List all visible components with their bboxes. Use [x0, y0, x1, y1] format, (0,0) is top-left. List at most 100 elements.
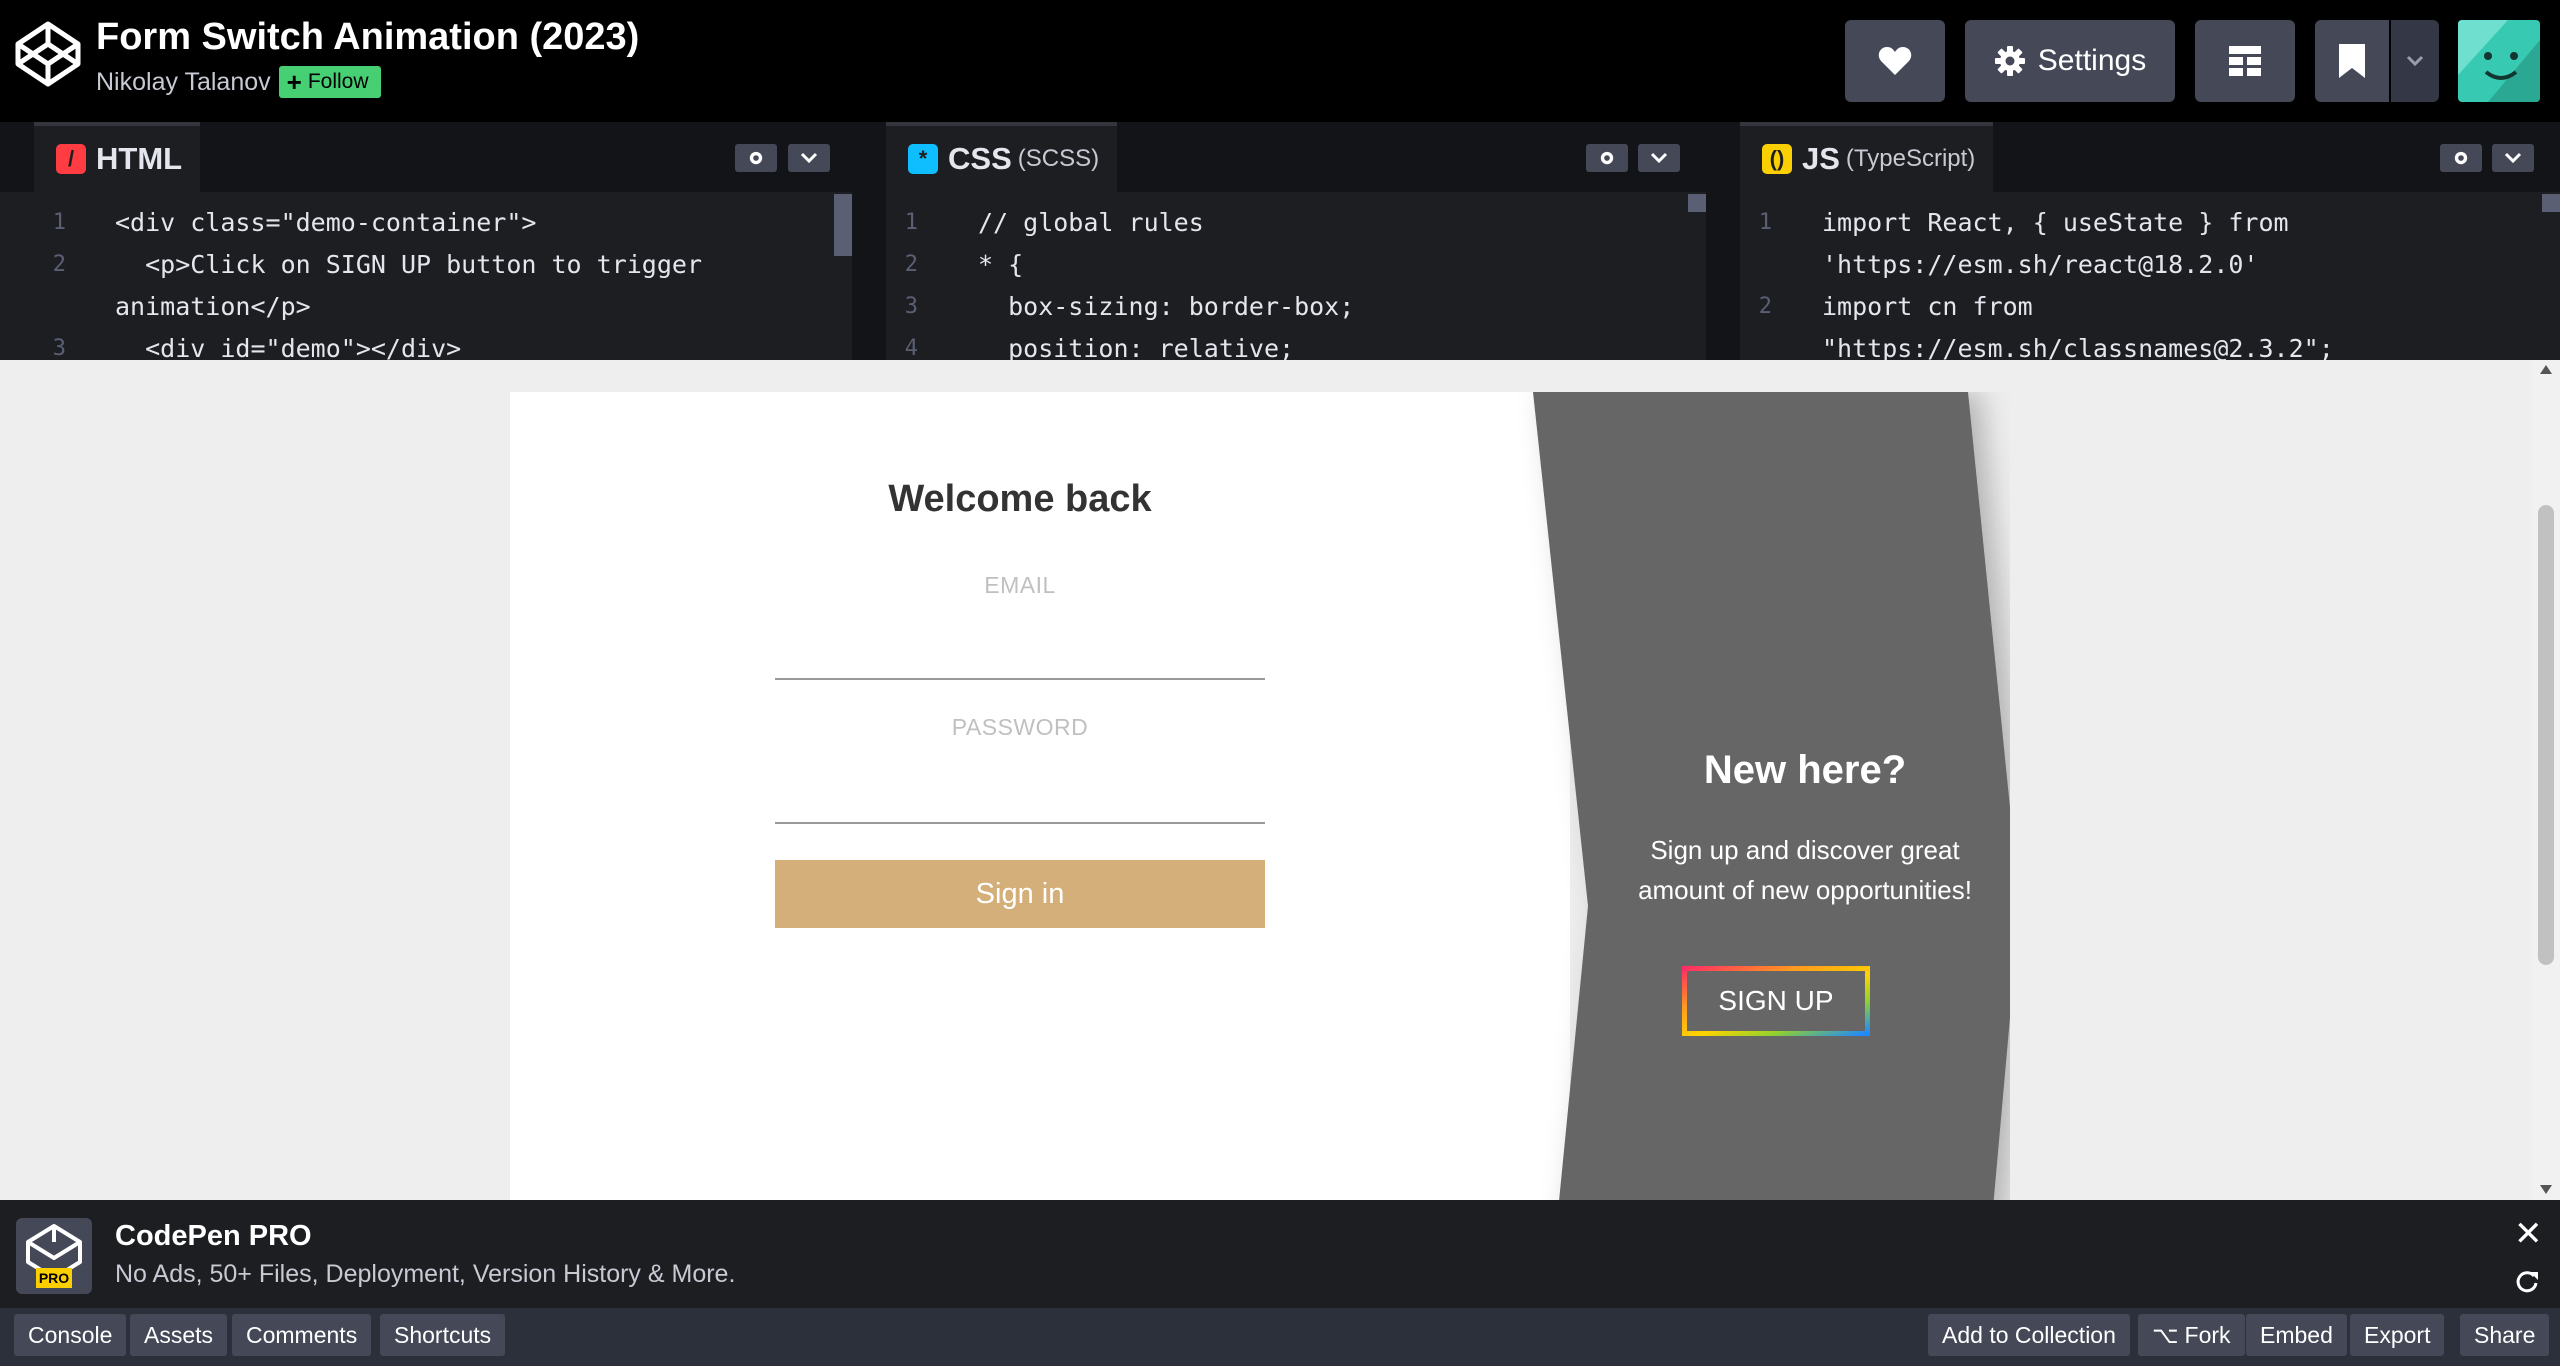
- editor-scrollbar[interactable]: [2542, 194, 2560, 212]
- pen-title: Form Switch Animation (2023): [96, 16, 640, 58]
- line-number: 2: [904, 252, 918, 277]
- css-icon: *: [908, 144, 938, 174]
- codepen-pro-logo: PRO: [16, 1218, 92, 1294]
- embed-button[interactable]: Embed: [2246, 1314, 2347, 1356]
- settings-button[interactable]: Settings: [1965, 20, 2175, 102]
- follow-label: Follow: [307, 70, 369, 93]
- editor-settings-button[interactable]: [2440, 144, 2482, 172]
- tab-js-label: JS: [1802, 141, 1840, 176]
- editor-tabbar: / HTML: [0, 122, 852, 192]
- signup-description-line: amount of new opportunities!: [1638, 875, 1972, 905]
- author-name[interactable]: Nikolay Talanov: [96, 68, 271, 97]
- editor-collapse-button[interactable]: [788, 144, 830, 172]
- line-number: 4: [904, 336, 918, 360]
- tab-css-label: CSS: [948, 141, 1012, 176]
- avatar-image: [2458, 20, 2540, 102]
- editor-scrollbar[interactable]: [834, 194, 852, 256]
- codepen-pro-banner[interactable]: PRO CodePen PRO No Ads, 50+ Files, Deplo…: [0, 1200, 2560, 1308]
- heart-button[interactable]: [1845, 20, 1945, 102]
- codepen-logo-icon: PRO: [26, 1224, 82, 1288]
- tab-css-sub: (SCSS): [1017, 145, 1100, 172]
- pro-description: No Ads, 50+ Files, Deployment, Version H…: [115, 1260, 736, 1288]
- change-view-button[interactable]: [2195, 20, 2295, 102]
- gear-icon: [1600, 151, 1614, 165]
- css-editor[interactable]: * CSS (SCSS) 1 // global rules 2 * { 3 b…: [886, 122, 1706, 360]
- chevron-down-icon: [1650, 152, 1668, 164]
- gear-icon: [1994, 46, 2025, 76]
- assets-button[interactable]: Assets: [130, 1314, 228, 1356]
- editor-scrollbar[interactable]: [1688, 194, 1706, 212]
- fork-button[interactable]: ⌥ Fork: [2138, 1314, 2245, 1356]
- author-row: Nikolay Talanov + Follow: [96, 66, 381, 98]
- fork-icon: ⌥: [2152, 1321, 2179, 1348]
- code-line: <div id="demo"></div>: [115, 334, 462, 360]
- code-line: box-sizing: border-box;: [978, 292, 1355, 321]
- code-line: * {: [978, 250, 1024, 279]
- shortcuts-button[interactable]: Shortcuts: [380, 1314, 506, 1356]
- js-editor[interactable]: () JS (TypeScript) 1 import React, { use…: [1740, 122, 2560, 360]
- line-number: 3: [52, 336, 66, 360]
- console-button[interactable]: Console: [14, 1314, 127, 1356]
- code-line: <p>Click on SIGN UP button to trigger: [115, 250, 702, 279]
- bookmark-button[interactable]: [2315, 20, 2389, 102]
- tab-js-sub: (TypeScript): [1845, 145, 1976, 172]
- editor-tabbar: * CSS (SCSS): [886, 122, 1706, 192]
- preview-pane[interactable]: Welcome back EMAIL PASSWORD Sign in New …: [0, 360, 2560, 1200]
- line-number: 3: [904, 294, 918, 319]
- close-icon[interactable]: ✕: [2514, 1214, 2543, 1254]
- tab-html[interactable]: / HTML: [34, 122, 201, 192]
- pro-badge: PRO: [39, 1270, 69, 1286]
- line-number: 1: [1758, 210, 1772, 235]
- preview-scrollbar[interactable]: [2532, 360, 2560, 1200]
- code-line: position: relative;: [978, 334, 1295, 360]
- chevron-down-icon: [2406, 55, 2424, 67]
- fork-label: Fork: [2184, 1321, 2231, 1348]
- html-icon: /: [56, 144, 86, 174]
- code-line: 'https://esm.sh/react@18.2.0': [1822, 250, 2259, 279]
- settings-label: Settings: [2037, 44, 2147, 77]
- refresh-icon[interactable]: [2514, 1268, 2540, 1294]
- editor-settings-button[interactable]: [1586, 144, 1628, 172]
- bookmark-icon: [2339, 44, 2365, 78]
- user-avatar[interactable]: [2458, 20, 2540, 102]
- chevron-down-icon: [800, 152, 818, 164]
- editor-collapse-button[interactable]: [1638, 144, 1680, 172]
- layout-icon: [2229, 46, 2261, 76]
- export-button[interactable]: Export: [2350, 1314, 2445, 1356]
- line-number: 1: [904, 210, 918, 235]
- pro-title: CodePen PRO: [115, 1220, 312, 1252]
- signup-description-line: Sign up and discover great: [1650, 835, 1960, 865]
- editor-area: / HTML 1 <div class="demo-container"> 2 …: [0, 122, 2560, 360]
- new-here-heading: New here?: [1703, 748, 1907, 792]
- html-editor[interactable]: / HTML 1 <div class="demo-container"> 2 …: [0, 122, 852, 360]
- line-number: 1: [52, 210, 66, 235]
- signup-description: Sign up and discover great amount of new…: [1560, 830, 2050, 910]
- signup-side-panel: [1533, 392, 2010, 1200]
- tab-html-label: HTML: [96, 141, 183, 176]
- code-line: animation</p>: [115, 292, 311, 321]
- tab-js[interactable]: () JS (TypeScript): [1740, 122, 1994, 192]
- plus-icon: +: [286, 67, 302, 97]
- add-to-collection-button[interactable]: Add to Collection: [1928, 1314, 2130, 1356]
- chevron-down-icon: [2504, 152, 2522, 164]
- editor-collapse-button[interactable]: [2492, 144, 2534, 172]
- comments-button[interactable]: Comments: [232, 1314, 372, 1356]
- bookmark-menu-button[interactable]: [2391, 20, 2439, 102]
- follow-button[interactable]: + Follow: [278, 66, 381, 98]
- js-icon: (): [1762, 144, 1792, 174]
- code-line: import React, { useState } from: [1822, 208, 2289, 237]
- heart-icon: [1878, 47, 1912, 75]
- tab-css[interactable]: * CSS (SCSS): [886, 122, 1118, 192]
- code-line: import cn from: [1822, 292, 2033, 321]
- signup-label: SIGN UP: [1718, 985, 1834, 1016]
- editor-tabbar: () JS (TypeScript): [1740, 122, 2560, 192]
- code-line: // global rules: [978, 208, 1204, 237]
- codepen-logo-icon[interactable]: [12, 18, 84, 90]
- line-number: 2: [1758, 294, 1772, 319]
- code-line: <div class="demo-container">: [115, 208, 537, 237]
- demo-container: Welcome back EMAIL PASSWORD Sign in New …: [510, 392, 2010, 1200]
- share-button[interactable]: Share: [2460, 1314, 2550, 1356]
- signup-button[interactable]: SIGN UP: [1682, 966, 1870, 1036]
- editor-settings-button[interactable]: [735, 144, 777, 172]
- code-line: "https://esm.sh/classnames@2.3.2";: [1822, 334, 2334, 360]
